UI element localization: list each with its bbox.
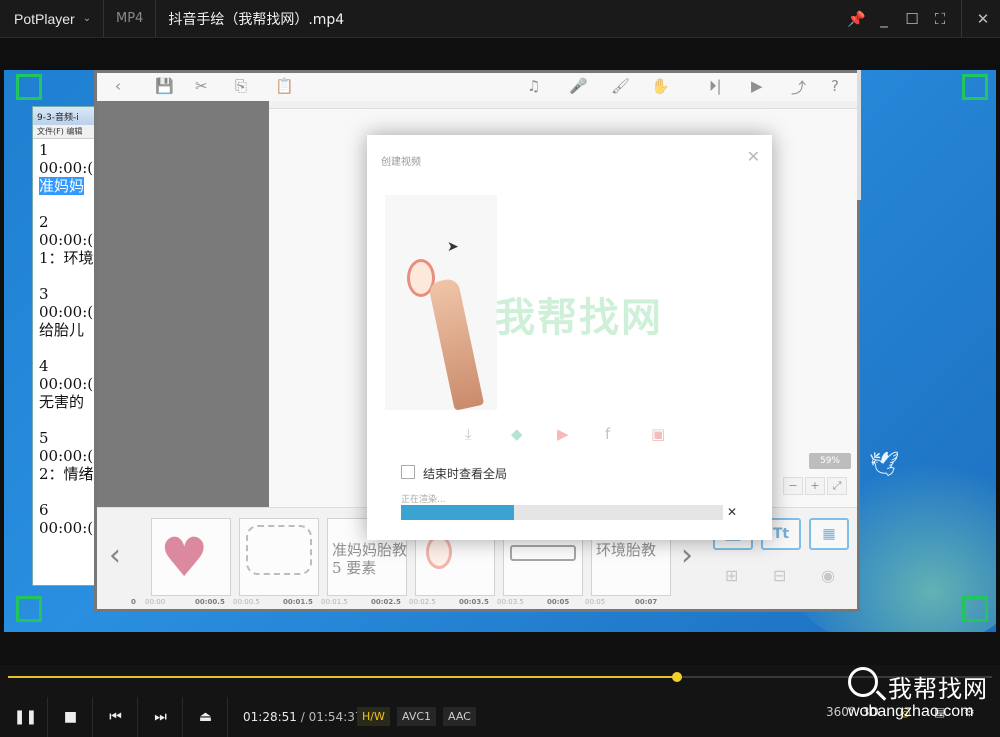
- download-icon: ⤓: [465, 425, 472, 443]
- seek-bar-fill: [8, 676, 678, 678]
- total-time: 01:54:37: [308, 710, 363, 724]
- stop-button[interactable]: ■: [49, 697, 93, 737]
- cancel-render-icon: ✕: [727, 505, 738, 519]
- notepad-text: 1 00:00:(准妈妈 2 00:00:(1：环境 3 00:00:(给胎儿 4 00:00…: [33, 139, 103, 537]
- dialog-title: 创建视频: [381, 157, 421, 168]
- hw-decode-badge[interactable]: H/W: [357, 707, 390, 726]
- close-button[interactable]: ✕: [974, 10, 992, 28]
- seek-handle[interactable]: [672, 672, 683, 682]
- frame-corner: [16, 74, 42, 100]
- drive-icon: ◆: [511, 425, 523, 443]
- pin-icon[interactable]: 📌: [847, 10, 866, 28]
- office-icon: ▣: [651, 425, 666, 443]
- checkbox-label: 结束时查看全局: [423, 467, 508, 481]
- share-targets: ⤓ ◆ ▶ f ▣: [465, 425, 685, 445]
- render-status: 正在渲染...: [401, 495, 446, 505]
- frame-corner: [962, 596, 988, 622]
- format-label: MP4: [104, 0, 157, 37]
- notepad-menu: 文件(F) 编辑: [33, 125, 103, 139]
- hand-drawing: [427, 277, 485, 411]
- player-controls: ❚❚ ■ ⏮ ⏭ ⏏ 01:28:51 / 01:54:37 H/W AVC1 …: [0, 665, 1000, 737]
- video-preview: ➤: [385, 195, 497, 411]
- title-bar: PotPlayer ⌄ MP4 抖音手绘（我帮找网）.mp4 📌 _ ☐ ⛶ ✕: [0, 0, 1000, 38]
- render-progress-fill: [401, 505, 514, 520]
- pause-button[interactable]: ❚❚: [4, 697, 48, 737]
- view-all-checkbox: [401, 465, 415, 479]
- watermark-title: 我帮找网: [888, 675, 988, 703]
- time-separator: /: [300, 710, 305, 724]
- app-name: PotPlayer: [14, 10, 75, 27]
- window-controls: 📌 _ ☐ ⛶ ✕: [847, 0, 992, 38]
- eject-button[interactable]: ⏏: [184, 697, 228, 737]
- app-menu-button[interactable]: PotPlayer ⌄: [0, 0, 104, 37]
- editor-window: ‹ 💾 ✂ ⎘ 📋 ♫ 🎤 🖌 ✋ ⏵| ▶ ⤴ ? ▲ ‹ ▼ › 59%: [94, 70, 860, 612]
- maximize-button[interactable]: ☐: [903, 10, 921, 28]
- time-display: 01:28:51 / 01:54:37: [243, 710, 363, 724]
- seek-bar[interactable]: [8, 672, 992, 682]
- create-video-dialog: 创建视频 ✕ ➤ 我帮找网 ⤓ ◆ ▶ f ▣ 结束时查看全局 正在渲染...: [367, 135, 772, 540]
- fullscreen-button[interactable]: ⛶: [931, 10, 949, 28]
- audio-codec-badge[interactable]: AAC: [443, 707, 476, 726]
- close-icon: ✕: [746, 147, 760, 166]
- previous-button[interactable]: ⏮: [94, 697, 138, 737]
- render-progress-bar: [401, 505, 723, 520]
- site-watermark: 我帮找网 wobangzhao.com: [848, 663, 998, 733]
- watermark-url: wobangzhao.com: [848, 703, 974, 720]
- video-codec-badge[interactable]: AVC1: [397, 707, 437, 726]
- frame-corner: [962, 74, 988, 100]
- file-title: 抖音手绘（我帮找网）.mp4: [168, 11, 345, 28]
- potplayer-window: PotPlayer ⌄ MP4 抖音手绘（我帮找网）.mp4 📌 _ ☐ ⛶ ✕…: [0, 0, 1000, 737]
- chevron-down-icon: ⌄: [82, 13, 92, 24]
- mouse-cursor-icon: ➤: [447, 239, 459, 255]
- frame-corner: [16, 596, 42, 622]
- youtube-icon: ▶: [557, 425, 569, 443]
- divider: [961, 0, 962, 38]
- video-frame[interactable]: 🕊 9-3-音频-i 文件(F) 编辑 1 00:00:(准妈妈 2 00:00:(1…: [4, 70, 996, 632]
- current-time: 01:28:51: [243, 710, 297, 724]
- editor-scrollbar: [857, 70, 861, 200]
- minimize-button[interactable]: _: [875, 10, 893, 28]
- notepad-title: 9-3-音频-i: [33, 107, 103, 125]
- watermark-text: 我帮找网: [495, 294, 663, 341]
- magnifier-icon: [848, 667, 878, 697]
- next-button[interactable]: ⏭: [139, 697, 183, 737]
- facebook-icon: f: [605, 425, 611, 443]
- bird-icon: 🕊: [869, 450, 900, 478]
